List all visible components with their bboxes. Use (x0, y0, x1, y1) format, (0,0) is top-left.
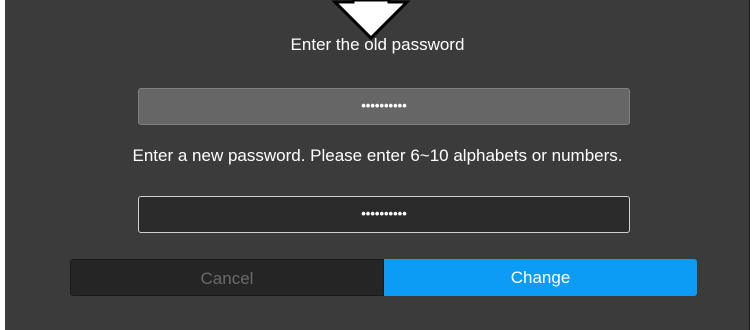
change-password-dialog: Enter the old password •••••••••• Enter … (5, 0, 750, 330)
old-password-label: Enter the old password (290, 35, 465, 54)
dialog-button-row: Cancel Change (70, 259, 697, 296)
new-password-field[interactable]: •••••••••• (138, 196, 630, 233)
change-button[interactable]: Change (384, 259, 697, 296)
old-password-field[interactable]: •••••••••• (138, 88, 630, 125)
new-password-label: Enter a new password. Please enter 6~10 … (132, 146, 623, 165)
cancel-button[interactable]: Cancel (70, 259, 384, 296)
